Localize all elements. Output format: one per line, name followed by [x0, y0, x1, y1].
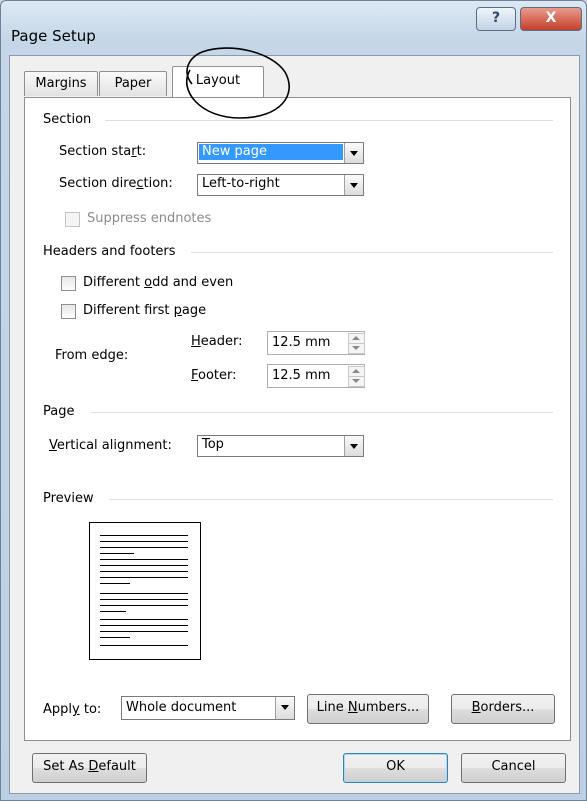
vertical-alignment-value: Top — [202, 437, 224, 452]
close-button[interactable]: X — [520, 7, 582, 31]
first-page-checkbox[interactable] — [61, 304, 76, 319]
spin-down-icon[interactable] — [348, 343, 365, 354]
suppress-endnotes-label: Suppress endnotes — [87, 211, 212, 226]
preview-heading: Preview — [43, 491, 94, 506]
headers-footers-heading: Headers and footers — [43, 244, 176, 259]
line-numbers-button[interactable]: Line Numbers... — [307, 694, 429, 724]
odd-even-label: Different odd and even — [83, 275, 234, 290]
cancel-button[interactable]: Cancel — [461, 753, 566, 783]
section-direction-value: Left-to-right — [202, 176, 280, 191]
section-divider — [105, 120, 553, 121]
section-start-label: Section start: — [59, 144, 147, 159]
help-icon: ? — [491, 10, 501, 26]
chevron-down-icon[interactable] — [344, 175, 363, 195]
from-edge-label: From edge: — [55, 348, 129, 363]
borders-button[interactable]: Borders... — [451, 694, 555, 724]
chevron-down-icon[interactable] — [275, 697, 294, 719]
footer-label: Footer: — [191, 368, 237, 383]
section-start-value: New page — [199, 144, 343, 160]
page-divider — [91, 412, 553, 413]
header-spinner[interactable]: 12.5 mm — [267, 331, 365, 355]
tab-paper[interactable]: Paper — [99, 71, 167, 96]
vertical-alignment-combo[interactable]: Top — [197, 435, 364, 457]
footer-value[interactable]: 12.5 mm — [272, 367, 330, 385]
set-as-default-button[interactable]: Set As Default — [32, 753, 147, 783]
odd-even-checkbox[interactable] — [61, 276, 76, 291]
dialog-title: Page Setup — [11, 27, 96, 45]
close-icon: X — [545, 10, 557, 26]
preview-divider — [109, 499, 553, 500]
vertical-alignment-label: Vertical alignment: — [49, 438, 172, 453]
help-button[interactable]: ? — [476, 7, 516, 31]
page-heading: Page — [43, 404, 75, 419]
section-direction-label: Section direction: — [59, 176, 173, 191]
chevron-down-icon[interactable] — [344, 143, 363, 163]
headers-footers-divider — [191, 252, 553, 253]
header-value[interactable]: 12.5 mm — [272, 334, 330, 352]
section-heading: Section — [43, 112, 92, 127]
header-label: Header: — [191, 334, 243, 349]
apply-to-value: Whole document — [126, 700, 237, 715]
ok-button[interactable]: OK — [343, 753, 448, 783]
section-direction-combo[interactable]: Left-to-right — [197, 174, 364, 196]
first-page-label: Different first page — [83, 303, 207, 318]
apply-to-label: Apply to: — [43, 702, 102, 717]
chevron-down-icon[interactable] — [344, 436, 363, 456]
tab-margins[interactable]: Margins — [24, 71, 98, 96]
title-bar[interactable]: Page Setup ? X — [1, 1, 587, 45]
suppress-endnotes-checkbox[interactable] — [65, 212, 80, 227]
footer-spinner[interactable]: 12.5 mm — [267, 364, 365, 388]
layout-panel: Section Section start: New page Section … — [24, 97, 571, 741]
section-start-combo[interactable]: New page — [197, 142, 364, 164]
page-preview — [89, 522, 201, 660]
apply-to-combo[interactable]: Whole document — [121, 696, 295, 720]
spin-down-icon[interactable] — [348, 376, 365, 387]
tab-layout[interactable]: Layout — [172, 66, 264, 97]
